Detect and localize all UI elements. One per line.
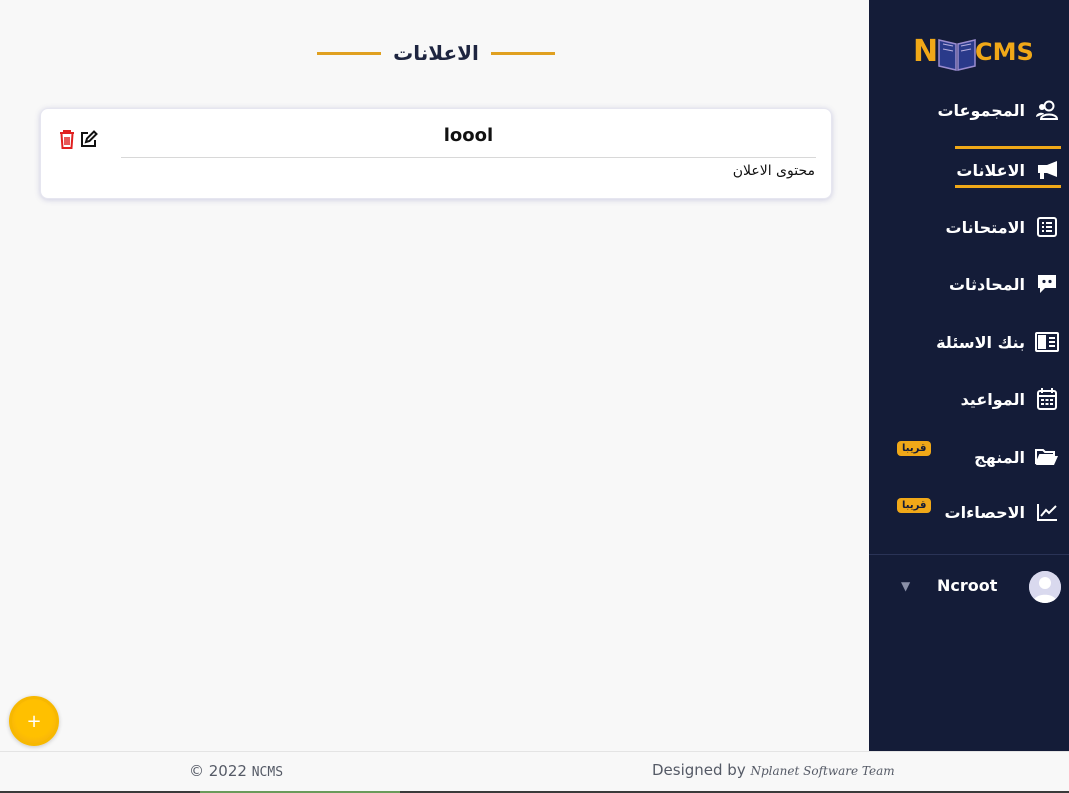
book-icon (1035, 330, 1059, 354)
sidebar-item-appointments[interactable]: المواعيد (869, 377, 1069, 421)
book-icon (938, 39, 976, 71)
sidebar-item-label: المجموعات (937, 100, 1025, 120)
megaphone-icon (1035, 158, 1059, 182)
page-title: الاعلانات (393, 41, 479, 65)
sidebar-item-label: الاحصاءات (944, 502, 1025, 522)
calendar-icon (1035, 387, 1059, 411)
logo-text-cms: CMS (975, 38, 1034, 66)
add-announcement-button[interactable]: + (9, 696, 59, 746)
designed-by: Designed by Nplanet Software Team (652, 761, 895, 779)
sidebar-item-label: الاعلانات (956, 160, 1025, 180)
coming-soon-badge: قريبا (897, 441, 932, 456)
sidebar-item-exams[interactable]: الامتحانات (869, 205, 1069, 249)
avatar[interactable] (1029, 571, 1061, 603)
designed-by-prefix: Designed by (652, 761, 746, 779)
users-icon (1035, 98, 1059, 122)
sidebar-item-question-bank[interactable]: بنك الاسئلة (869, 320, 1069, 364)
announcement-content: محتوى الاعلان (732, 163, 815, 179)
sidebar-item-label: المحادثات (948, 274, 1025, 294)
announcement-card: loool محتوى الاعلان (40, 108, 832, 199)
sidebar-item-label: الامتحانات (945, 217, 1025, 237)
sidebar-item-chats[interactable]: المحادثات (869, 262, 1069, 306)
logo-letter-n: N (913, 34, 939, 69)
sidebar-item-label: المواعيد (960, 389, 1025, 409)
sidebar-item-label: المنهج (974, 447, 1025, 467)
card-divider (121, 157, 816, 158)
list-icon (1035, 215, 1059, 239)
team-link[interactable]: Nplanet Software Team (751, 764, 895, 778)
copyright: © 2022 NCMS (189, 762, 283, 780)
sidebar-item-label: بنك الاسئلة (936, 332, 1025, 352)
chart-line-icon (1035, 500, 1059, 524)
trash-icon[interactable] (59, 129, 75, 153)
active-indicator-bottom (955, 185, 1061, 188)
copyright-year: © 2022 (189, 762, 247, 780)
chat-icon (1035, 272, 1059, 296)
folder-open-icon (1035, 445, 1059, 469)
user-menu[interactable]: ▼ Ncroot (869, 566, 1069, 608)
heading-line-left (317, 51, 381, 55)
coming-soon-badge: قريبا (897, 498, 932, 513)
sidebar: N CMS المجموعات الاعلانات الامتحانات الم… (869, 0, 1069, 751)
copyright-brand: NCMS (251, 765, 284, 780)
sidebar-item-groups[interactable]: المجموعات (869, 88, 1069, 132)
footer: © 2022 NCMS Designed by Nplanet Software… (0, 751, 1069, 793)
heading-line-right (491, 51, 555, 55)
app-logo[interactable]: N CMS (911, 32, 1034, 76)
username: Ncroot (937, 576, 998, 595)
caret-down-icon[interactable]: ▼ (901, 579, 910, 593)
announcement-title: loool (443, 125, 494, 146)
edit-icon[interactable] (80, 130, 98, 152)
sidebar-divider (869, 554, 1069, 555)
page-heading: الاعلانات (317, 38, 555, 68)
